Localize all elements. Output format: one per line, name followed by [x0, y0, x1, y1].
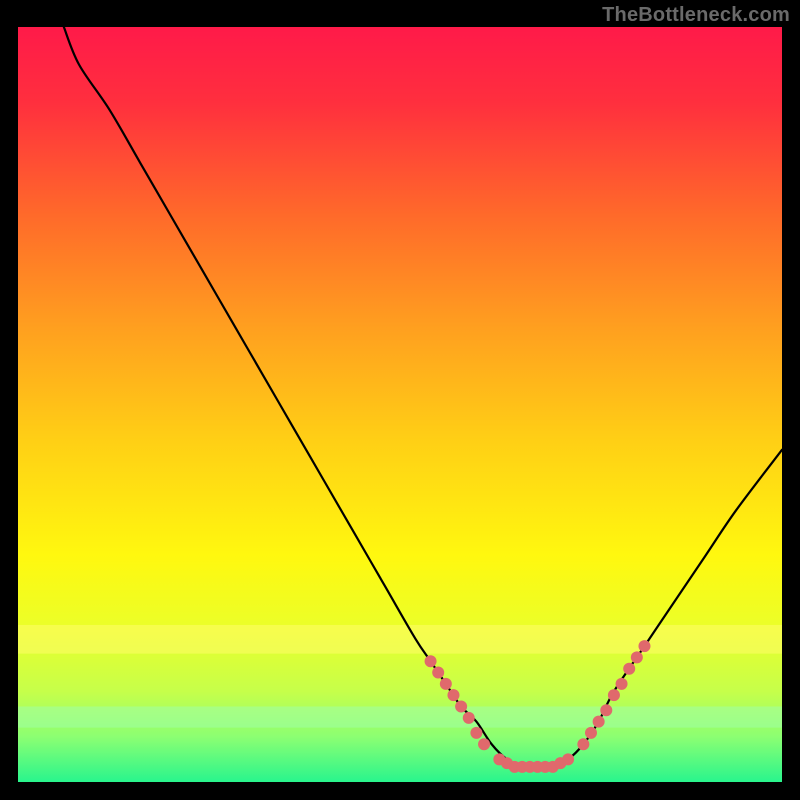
- plot-area: [18, 27, 782, 782]
- highlight-dot: [638, 640, 650, 652]
- highlight-dot: [562, 753, 574, 765]
- accent-band: [18, 625, 782, 654]
- highlight-dot: [616, 678, 628, 690]
- highlight-dot: [447, 689, 459, 701]
- watermark-text: TheBottleneck.com: [602, 4, 790, 27]
- gradient-background: [18, 27, 782, 782]
- highlight-dot: [593, 716, 605, 728]
- highlight-dot: [440, 678, 452, 690]
- highlight-dot: [470, 727, 482, 739]
- highlight-dot: [478, 738, 490, 750]
- chart-frame: TheBottleneck.com: [0, 0, 800, 800]
- highlight-dot: [608, 689, 620, 701]
- highlight-dot: [577, 738, 589, 750]
- highlight-dot: [585, 727, 597, 739]
- highlight-dot: [425, 655, 437, 667]
- highlight-dot: [631, 651, 643, 663]
- plot-svg: [18, 27, 782, 782]
- highlight-dot: [623, 663, 635, 675]
- highlight-dot: [463, 712, 475, 724]
- highlight-dot: [600, 704, 612, 716]
- accent-band: [18, 707, 782, 728]
- highlight-dot: [455, 701, 467, 713]
- highlight-dot: [432, 667, 444, 679]
